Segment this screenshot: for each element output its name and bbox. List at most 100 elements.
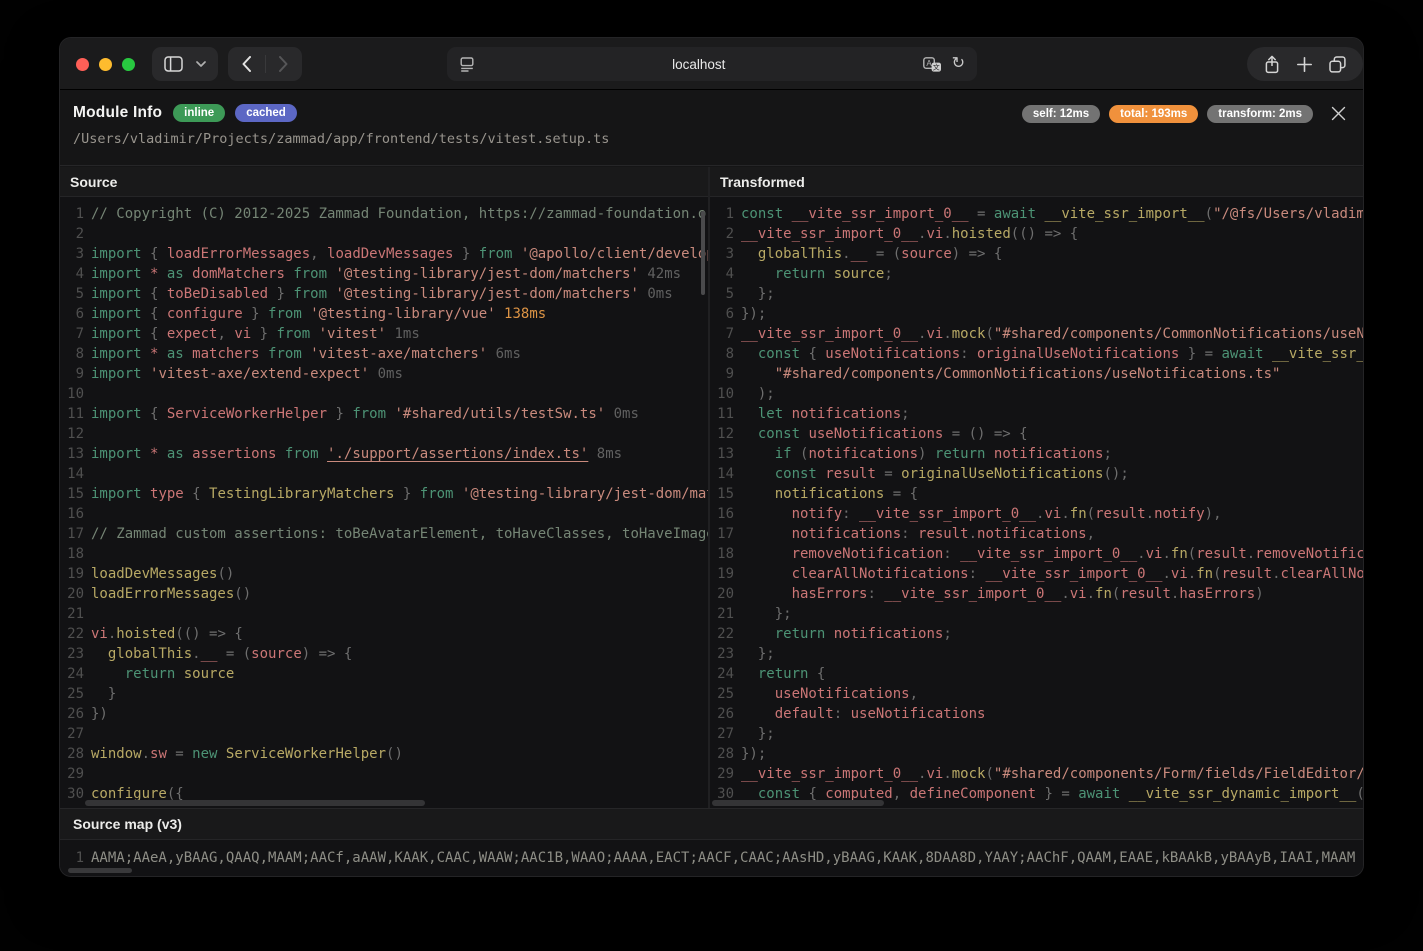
code-line: 21 }; <box>710 604 1363 624</box>
line-number: 4 <box>60 264 84 284</box>
line-number: 5 <box>60 284 84 304</box>
line-number: 19 <box>60 564 84 584</box>
line-number: 24 <box>60 664 84 684</box>
code-line: 26 default: useNotifications <box>710 704 1363 724</box>
code-line: 17 notifications: result.notifications, <box>710 524 1363 544</box>
line-number: 27 <box>60 724 84 744</box>
line-number: 23 <box>710 644 734 664</box>
line-number: 3 <box>710 244 734 264</box>
close-panel-button[interactable] <box>1328 103 1348 123</box>
code-line: 19 clearAllNotifications: __vite_ssr_imp… <box>710 564 1363 584</box>
line-number: 23 <box>60 644 84 664</box>
close-window-button[interactable] <box>76 58 89 71</box>
code-line: 3 globalThis.__ = (source) => { <box>710 244 1363 264</box>
line-number: 22 <box>710 624 734 644</box>
code-line: 8 const { useNotifications: originalUseN… <box>710 344 1363 364</box>
module-badge: cached <box>235 104 297 122</box>
line-number: 1 <box>710 204 734 224</box>
line-number: 18 <box>710 544 734 564</box>
code-line: 2 <box>60 224 708 244</box>
line-number: 2 <box>60 224 84 244</box>
module-file-path: /Users/vladimir/Projects/zammad/app/fron… <box>73 131 1349 147</box>
line-number: 29 <box>60 764 84 784</box>
line-number: 6 <box>710 304 734 324</box>
nav-buttons <box>228 47 302 81</box>
module-link[interactable]: './support/assertions/index.ts' <box>327 446 588 462</box>
zoom-window-button[interactable] <box>122 58 135 71</box>
line-number: 17 <box>60 524 84 544</box>
line-number: 24 <box>710 664 734 684</box>
code-line: 15import type { TestingLibraryMatchers }… <box>60 484 708 504</box>
line-number: 21 <box>710 604 734 624</box>
line-number: 16 <box>60 504 84 524</box>
share-icon[interactable] <box>1264 55 1280 74</box>
page-settings-icon[interactable] <box>459 56 475 72</box>
svg-text:A: A <box>926 59 932 68</box>
line-number: 5 <box>710 284 734 304</box>
code-line: 27 <box>60 724 708 744</box>
line-number: 6 <box>60 304 84 324</box>
code-line: 5import { toBeDisabled } from '@testing-… <box>60 284 708 304</box>
code-line: 9import 'vitest-axe/extend-expect' 0ms <box>60 364 708 384</box>
module-badges: inlinecached <box>173 104 297 122</box>
code-line: 29 <box>60 764 708 784</box>
minimize-window-button[interactable] <box>99 58 112 71</box>
line-number: 28 <box>710 744 734 764</box>
back-button[interactable] <box>242 56 251 72</box>
code-line: 12 const useNotifications = () => { <box>710 424 1363 444</box>
code-line: 24 return source <box>60 664 708 684</box>
sourcemap-line-number: 1 <box>60 850 84 866</box>
code-line: 24 return { <box>710 664 1363 684</box>
line-number: 2 <box>710 224 734 244</box>
reload-icon[interactable]: ↻ <box>952 56 965 72</box>
line-number: 27 <box>710 724 734 744</box>
code-panels: Source 1// Copyright (C) 2012-2025 Zamma… <box>60 167 1363 808</box>
code-line: 1// Copyright (C) 2012-2025 Zammad Found… <box>60 204 708 224</box>
code-line: 22 return notifications; <box>710 624 1363 644</box>
line-number: 11 <box>710 404 734 424</box>
code-line: 15 notifications = { <box>710 484 1363 504</box>
line-number: 20 <box>710 584 734 604</box>
tab-overview-icon[interactable] <box>1329 56 1346 73</box>
transformed-panel-title: Transformed <box>710 167 1363 197</box>
line-number: 3 <box>60 244 84 264</box>
sourcemap-section: Source map (v3) 1 AAMA;AAeA,yBAAG,QAAQ,M… <box>60 808 1363 876</box>
code-line: 6import { configure } from '@testing-lib… <box>60 304 708 324</box>
code-line: 14 <box>60 464 708 484</box>
code-line: 5 }; <box>710 284 1363 304</box>
code-line: 10 <box>60 384 708 404</box>
code-line: 20 hasErrors: __vite_ssr_import_0__.vi.f… <box>710 584 1363 604</box>
browser-window: localhost A文 ↻ Module Info inlinecached … <box>60 38 1363 876</box>
code-line: 16 <box>60 504 708 524</box>
source-vertical-scrollbar[interactable] <box>701 211 705 295</box>
sourcemap-mappings: AAMA;AAeA,yBAAG,QAAQ,MAAM;AACf,aAAW,KAAK… <box>91 850 1355 866</box>
sourcemap-horizontal-scrollbar[interactable] <box>68 868 132 873</box>
code-line: 21 <box>60 604 708 624</box>
code-line: 4 return source; <box>710 264 1363 284</box>
timing-badge: transform: 2ms <box>1207 105 1313 123</box>
line-number: 8 <box>710 344 734 364</box>
transformed-code[interactable]: 1const __vite_ssr_import_0__ = await __v… <box>710 197 1363 808</box>
line-number: 12 <box>60 424 84 444</box>
line-number: 12 <box>710 424 734 444</box>
code-line: 18 removeNotification: __vite_ssr_import… <box>710 544 1363 564</box>
line-number: 10 <box>60 384 84 404</box>
line-number: 25 <box>710 684 734 704</box>
module-info-header: Module Info inlinecached self: 12mstotal… <box>60 90 1363 166</box>
sidebar-toggle-button[interactable] <box>152 47 218 81</box>
code-line: 7__vite_ssr_import_0__.vi.mock("#shared/… <box>710 324 1363 344</box>
code-line: 27 }; <box>710 724 1363 744</box>
code-line: 20loadErrorMessages() <box>60 584 708 604</box>
new-tab-icon[interactable] <box>1297 57 1312 72</box>
code-line: 26}) <box>60 704 708 724</box>
code-line: 11import { ServiceWorkerHelper } from '#… <box>60 404 708 424</box>
code-line: 13 if (notifications) return notificatio… <box>710 444 1363 464</box>
source-horizontal-scrollbar[interactable] <box>85 800 425 806</box>
address-bar[interactable]: localhost A文 ↻ <box>447 47 977 81</box>
source-code[interactable]: 1// Copyright (C) 2012-2025 Zammad Found… <box>60 197 708 808</box>
translate-icon[interactable]: A文 <box>923 57 942 72</box>
transformed-horizontal-scrollbar[interactable] <box>712 800 884 806</box>
sidebar-icon <box>164 56 183 72</box>
line-number: 9 <box>60 364 84 384</box>
forward-button[interactable] <box>279 56 288 72</box>
